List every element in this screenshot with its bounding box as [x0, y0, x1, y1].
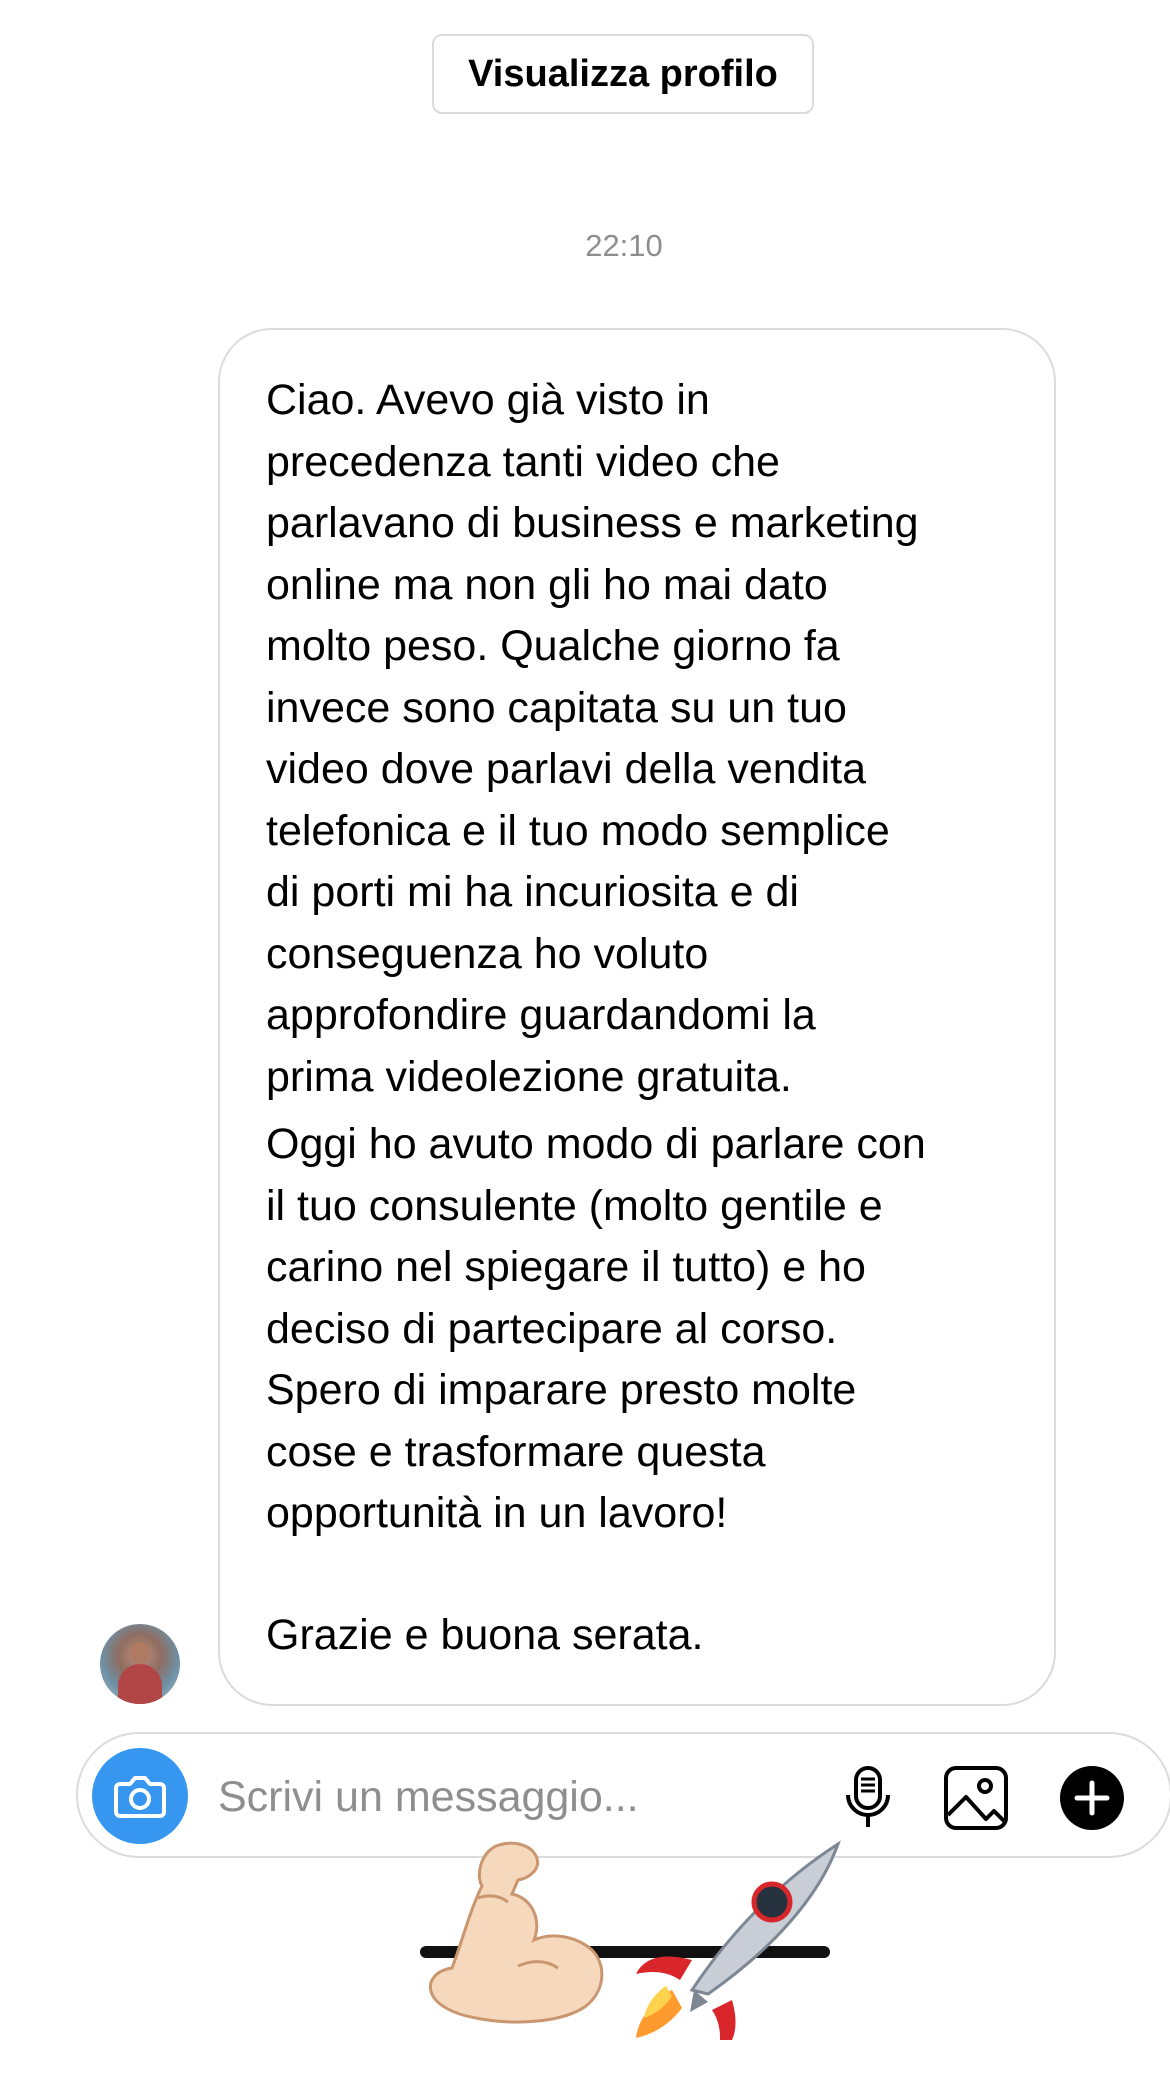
view-profile-button[interactable]: Visualizza profilo [432, 34, 814, 114]
message-paragraph: Ciao. Avevo già visto in precedenza tant… [266, 376, 919, 1101]
add-button[interactable] [1058, 1764, 1126, 1832]
camera-icon [114, 1776, 166, 1818]
image-icon [944, 1766, 1008, 1830]
avatar-body [118, 1664, 162, 1704]
avatar[interactable] [100, 1624, 180, 1704]
avatar-head [130, 1642, 150, 1664]
message-paragraph: Grazie e buona serata. [266, 1610, 704, 1659]
plus-icon [1060, 1766, 1124, 1830]
camera-button[interactable] [92, 1748, 188, 1844]
message-input[interactable] [216, 1756, 820, 1838]
microphone-icon [846, 1766, 890, 1827]
rocket-emoji [636, 1840, 841, 2040]
message-paragraph: Oggi ho avuto modo di parlare con il tuo… [266, 1120, 926, 1537]
gallery-button[interactable] [942, 1764, 1010, 1832]
message-timestamp: 22:10 [585, 228, 663, 263]
microphone-button[interactable] [834, 1764, 902, 1832]
flexed-biceps-emoji [429, 1841, 604, 2024]
message-composer [76, 1732, 1170, 1858]
message-bubble[interactable]: Ciao. Avevo già visto in precedenza tant… [218, 328, 1056, 1706]
